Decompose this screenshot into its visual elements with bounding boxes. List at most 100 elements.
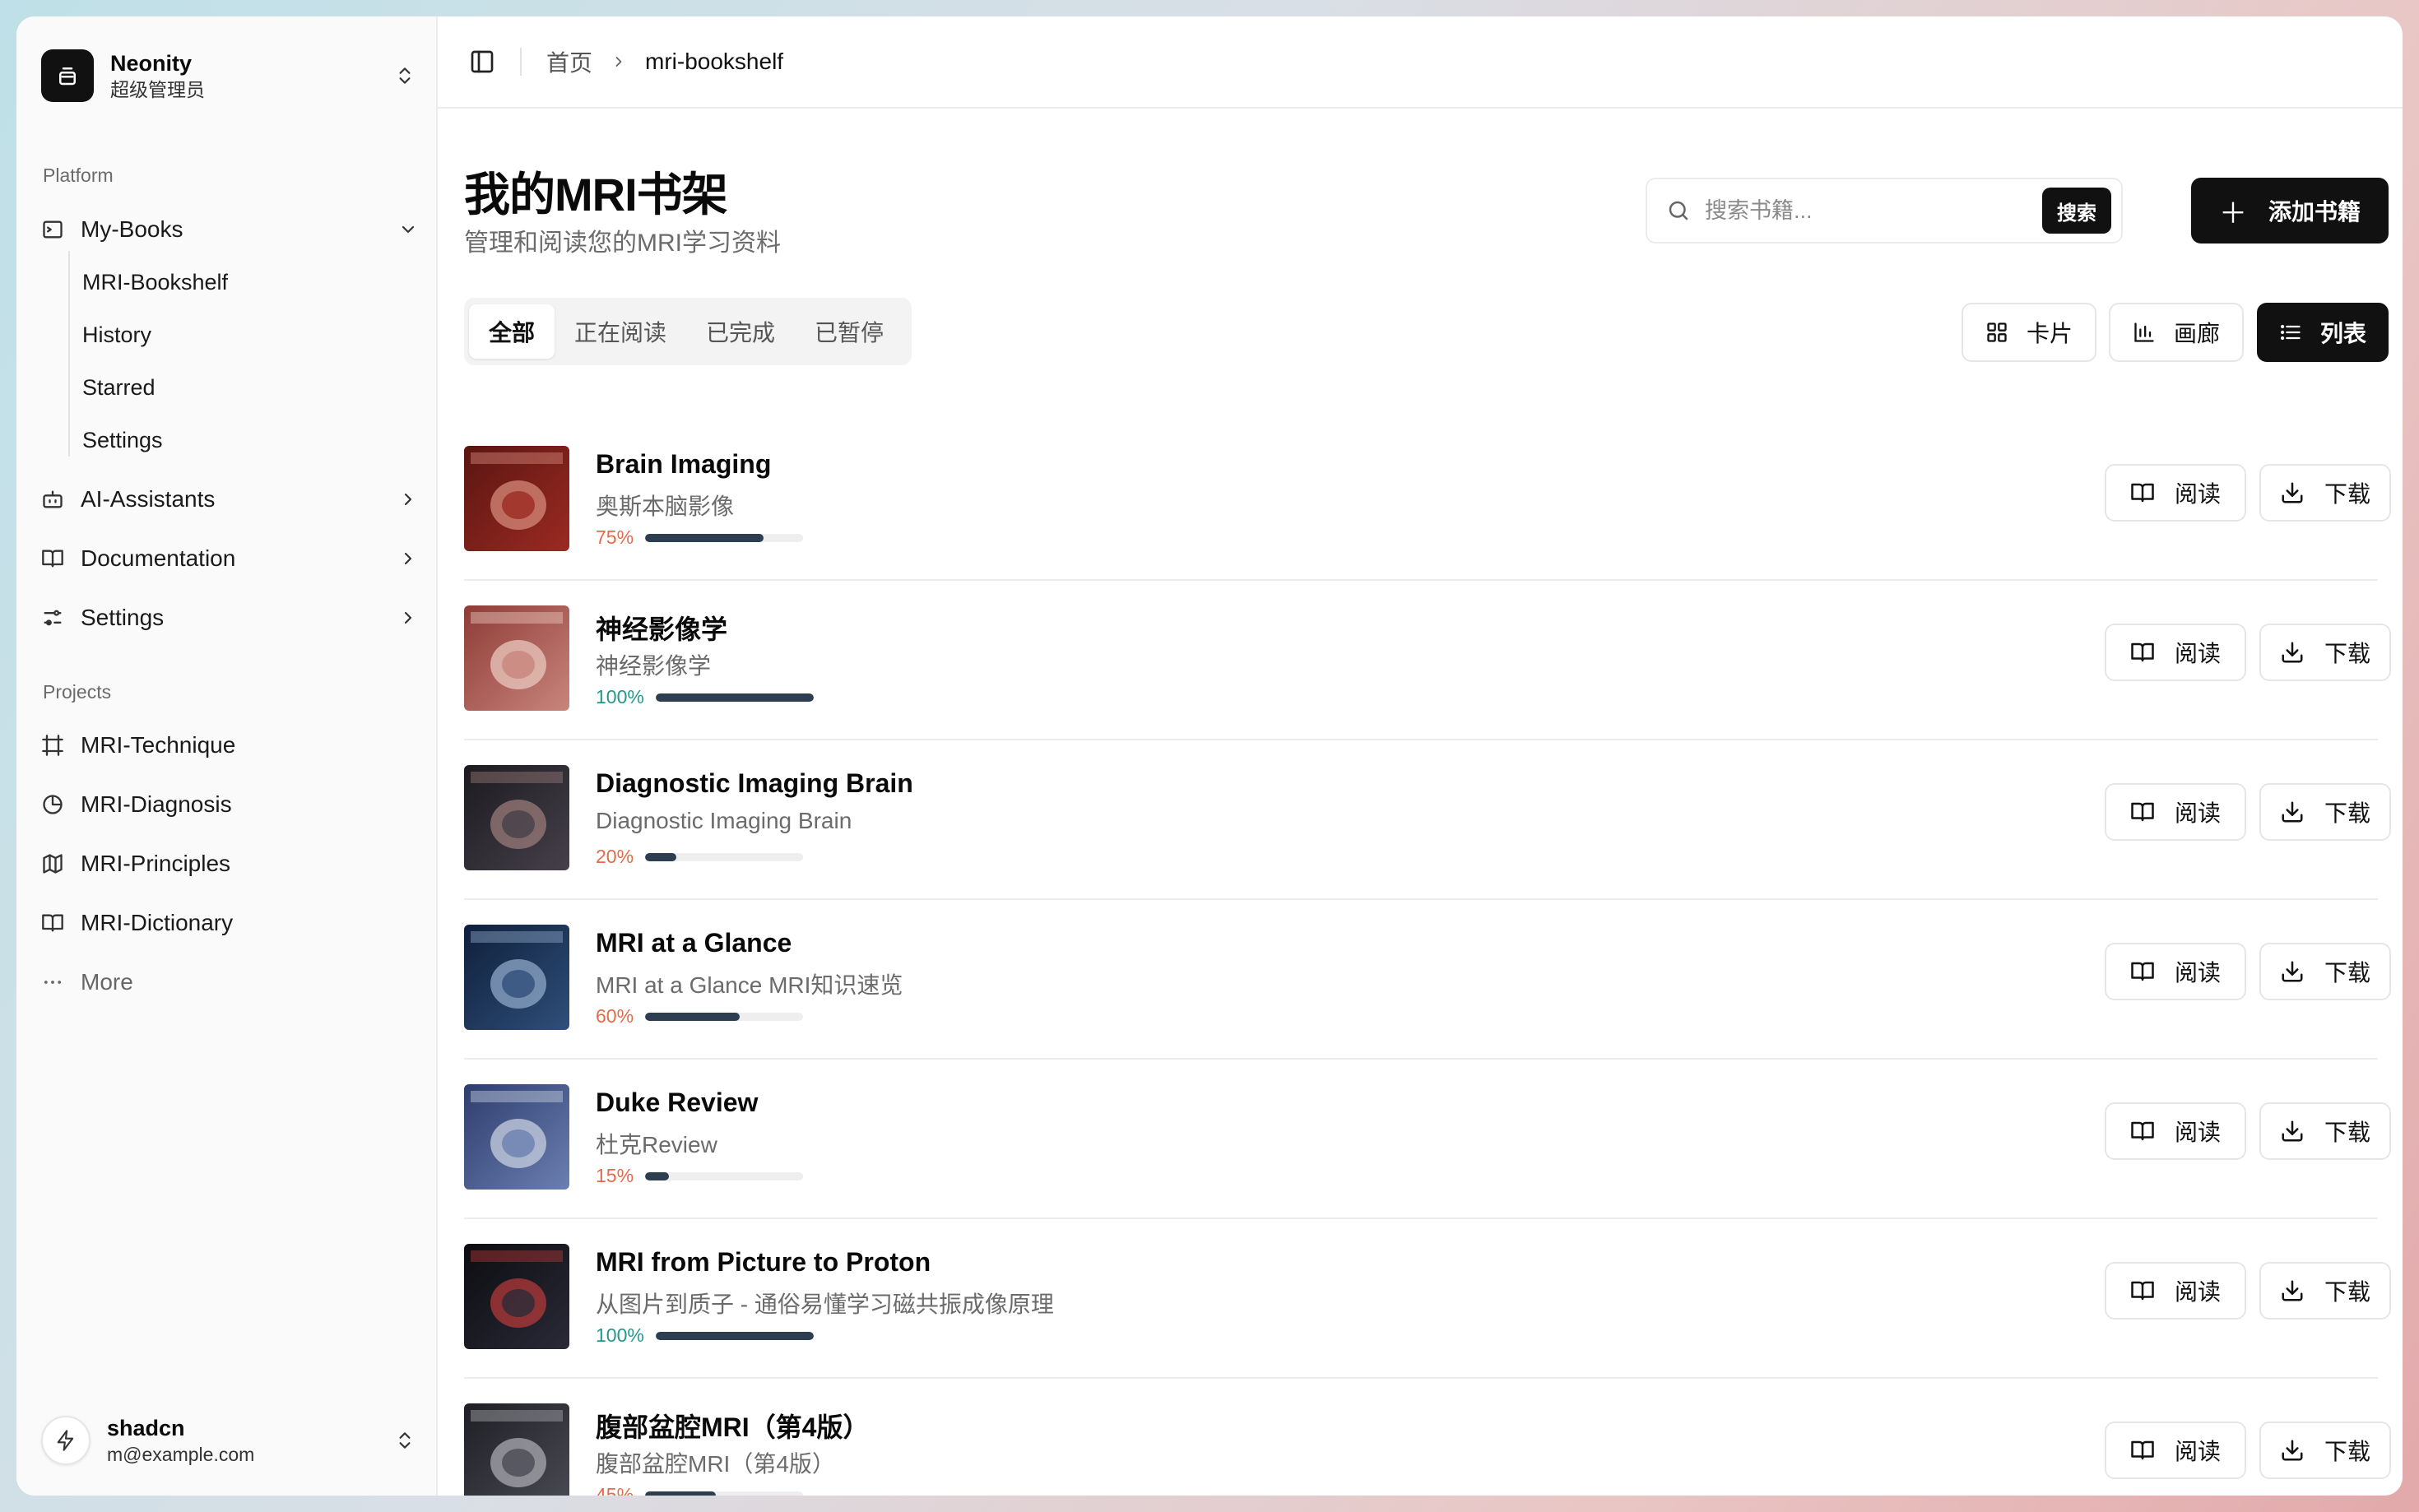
progress-percent: 20% (596, 846, 634, 867)
search-icon (1664, 196, 1693, 225)
more-label: More (81, 969, 133, 995)
book-cover-image[interactable] (464, 765, 569, 870)
book-open-icon (2130, 640, 2155, 665)
sidebar-item-settings[interactable]: Settings (39, 594, 426, 642)
progress-bar (645, 533, 804, 542)
book-title[interactable]: Duke Review (596, 1088, 758, 1118)
sidebar-item-ai-assistants[interactable]: AI-Assistants (39, 475, 426, 523)
book-title[interactable]: MRI at a Glance (596, 928, 792, 958)
sidebar-subitem-mri-bookshelf[interactable]: MRI-Bookshelf (82, 261, 411, 304)
download-button[interactable]: 下载 (2259, 1262, 2391, 1320)
progress-bar (645, 852, 804, 861)
chevron-right-icon (395, 545, 421, 572)
read-button[interactable]: 阅读 (2105, 1102, 2246, 1160)
download-button[interactable]: 下载 (2259, 1102, 2391, 1160)
book-row: MRI at a Glance MRI at a Glance MRI知识速览 … (464, 900, 2391, 1060)
read-button[interactable]: 阅读 (2105, 1422, 2246, 1479)
view-card-button[interactable]: 卡片 (1962, 303, 2096, 362)
book-title[interactable]: Diagnostic Imaging Brain (596, 768, 913, 799)
submenu-guide-line (68, 251, 70, 457)
progress-bar (645, 1491, 804, 1496)
progress-bar-fill (645, 1171, 669, 1180)
download-label: 下载 (2324, 641, 2370, 666)
progress-percent: 75% (596, 526, 634, 548)
sidebar-item-documentation[interactable]: Documentation (39, 535, 426, 582)
read-button[interactable]: 阅读 (2105, 1262, 2246, 1320)
app-window: Neonity 超级管理员 Platform My-Books MRI-Book… (16, 16, 2403, 1496)
team-name: Neonity (110, 51, 193, 76)
project-label: MRI-Principles (81, 851, 231, 876)
project-item-mri-technique[interactable]: MRI-Technique (39, 721, 426, 769)
main-content: 首页 mri-bookshelf 我的MRI书架 管理和阅读您的MRI学习资料 … (438, 16, 2403, 1496)
view-list-button[interactable]: 列表 (2257, 303, 2389, 362)
book-title[interactable]: MRI from Picture to Proton (596, 1247, 931, 1278)
progress-bar-fill (645, 1012, 741, 1021)
read-label: 阅读 (2174, 1439, 2221, 1464)
team-switcher[interactable]: Neonity 超级管理员 (41, 41, 420, 110)
search-input[interactable] (1705, 197, 2042, 224)
progress-bar-fill (645, 852, 677, 861)
book-cover-image[interactable] (464, 605, 569, 711)
view-gallery-label: 画廊 (2173, 321, 2220, 346)
progress-bar-fill (655, 1331, 814, 1340)
book-cover-image[interactable] (464, 446, 569, 551)
book-cover-image[interactable] (464, 1403, 569, 1496)
read-button[interactable]: 阅读 (2105, 783, 2246, 841)
search-button[interactable]: 搜索 (2042, 188, 2111, 234)
sidebar-subitem-history[interactable]: History (82, 313, 411, 356)
read-button[interactable]: 阅读 (2105, 624, 2246, 681)
download-button[interactable]: 下载 (2259, 624, 2391, 681)
progress-bar-fill (655, 693, 814, 702)
sidebar-item-label: Documentation (81, 545, 236, 571)
sidebar-subitem-starred[interactable]: Starred (82, 366, 411, 409)
reading-progress: 75% (596, 526, 804, 549)
read-label: 阅读 (2174, 481, 2221, 507)
progress-percent: 100% (596, 686, 644, 707)
tab-all[interactable]: 全部 (469, 304, 555, 359)
tab-paused[interactable]: 已暂停 (795, 304, 903, 359)
read-button[interactable]: 阅读 (2105, 943, 2246, 1000)
book-cover-image[interactable] (464, 1244, 569, 1349)
chevrons-up-down-icon (390, 1426, 420, 1455)
book-title[interactable]: 腹部盆腔MRI（第4版） (596, 1407, 869, 1445)
sliders-icon (39, 605, 66, 631)
read-label: 阅读 (2174, 1279, 2221, 1305)
tab-completed[interactable]: 已完成 (686, 304, 795, 359)
frame-icon (39, 732, 66, 758)
book-title[interactable]: 神经影像学 (596, 609, 727, 647)
download-icon (2280, 800, 2305, 824)
book-cover-image[interactable] (464, 1084, 569, 1190)
team-logo-icon (41, 49, 94, 102)
project-item-mri-dictionary[interactable]: MRI-Dictionary (39, 899, 426, 947)
book-title[interactable]: Brain Imaging (596, 449, 771, 480)
read-label: 阅读 (2174, 800, 2221, 826)
sidebar-subitem-settings[interactable]: Settings (82, 419, 411, 461)
sidebar-toggle-button[interactable] (466, 45, 499, 78)
breadcrumb-home-link[interactable]: 首页 (546, 45, 592, 78)
sidebar-item-my-books[interactable]: My-Books (39, 206, 426, 253)
read-button[interactable]: 阅读 (2105, 464, 2246, 522)
read-label: 阅读 (2174, 641, 2221, 666)
projects-more-item[interactable]: More (39, 958, 426, 1006)
book-row: 神经影像学 神经影像学 100% 阅读 下载 (464, 581, 2391, 740)
book-row: MRI from Picture to Proton 从图片到质子 - 通俗易懂… (464, 1219, 2391, 1379)
project-item-mri-principles[interactable]: MRI-Principles (39, 840, 426, 888)
bot-icon (39, 486, 66, 513)
add-book-label: 添加书籍 (2268, 199, 2361, 225)
book-open-icon (2130, 1278, 2155, 1303)
download-button[interactable]: 下载 (2259, 943, 2391, 1000)
download-button[interactable]: 下载 (2259, 464, 2391, 522)
user-menu[interactable]: shadcn m@example.com (41, 1403, 420, 1477)
map-icon (39, 851, 66, 877)
tab-reading[interactable]: 正在阅读 (555, 304, 686, 359)
sidebar-item-label: AI-Assistants (81, 486, 216, 512)
view-gallery-button[interactable]: 画廊 (2109, 303, 2244, 362)
project-label: MRI-Diagnosis (81, 791, 232, 817)
download-button[interactable]: 下载 (2259, 1422, 2391, 1479)
progress-bar-fill (645, 533, 764, 542)
book-cover-image[interactable] (464, 925, 569, 1030)
grid-icon (1985, 321, 2008, 344)
project-item-mri-diagnosis[interactable]: MRI-Diagnosis (39, 781, 426, 828)
download-button[interactable]: 下载 (2259, 783, 2391, 841)
add-book-button[interactable]: ＋ 添加书籍 (2191, 178, 2389, 243)
